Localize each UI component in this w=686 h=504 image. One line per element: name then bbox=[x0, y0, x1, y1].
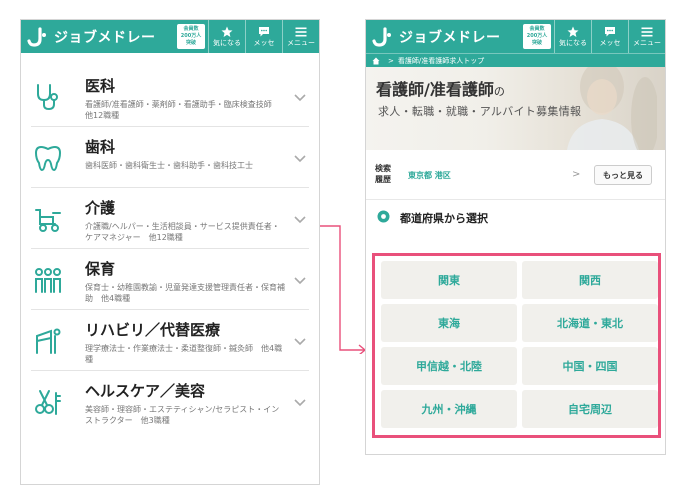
chevron-down-icon bbox=[294, 338, 306, 346]
nurse-top-screen: ジョブメドレー 会員数 200万人 突破 気になる メッセ メニュー > 看護師… bbox=[365, 19, 666, 455]
chevron-down-icon bbox=[294, 155, 306, 163]
connector-arrow-icon bbox=[320, 225, 367, 354]
scissors-icon bbox=[35, 390, 61, 415]
region-grid: 関東 関西 東海 北海道・東北 甲信越・北陸 中国・四国 九州・沖縄 自宅周辺 bbox=[372, 253, 661, 438]
more-button[interactable]: もっと見る bbox=[594, 165, 652, 185]
category-item-childcare[interactable]: 保育 保育士・幼稚園教諭・児童発達支援管理責任者・保育補助 他4職種 bbox=[31, 249, 309, 310]
message-button[interactable]: メッセ bbox=[591, 20, 628, 53]
wheelchair-icon bbox=[35, 209, 61, 232]
logo-mark-icon bbox=[372, 26, 391, 47]
app-header: ジョブメドレー 会員数 200万人 突破 気になる メッセ メニュー bbox=[366, 20, 665, 53]
category-item-rehab[interactable]: リハビリ／代替医療 理学療法士・作業療法士・柔道整復師・鍼灸師 他4職種 bbox=[31, 310, 309, 371]
region-button-kyushu-okinawa[interactable]: 九州・沖縄 bbox=[381, 390, 517, 428]
chevron-down-icon bbox=[294, 399, 306, 407]
search-history-label: 検索 履歴 bbox=[375, 164, 391, 184]
prefecture-title: 都道府県から選択 bbox=[400, 212, 488, 225]
category-desc: 理学療法士・作業療法士・柔道整復師・鍼灸師 他4職種 bbox=[85, 344, 283, 364]
breadcrumb-separator: > bbox=[388, 56, 394, 65]
menu-button[interactable]: メニュー bbox=[628, 20, 665, 53]
category-name: 歯科 bbox=[85, 138, 116, 156]
tooth-icon bbox=[35, 146, 61, 171]
rehab-icon bbox=[36, 328, 61, 354]
category-desc: 歯科医師・歯科衛生士・歯科助手・歯科技工士 bbox=[85, 161, 253, 170]
chevron-down-icon bbox=[294, 216, 306, 224]
region-button-near-home[interactable]: 自宅周辺 bbox=[522, 390, 658, 428]
favorite-button[interactable]: 気になる bbox=[554, 20, 591, 53]
star-icon bbox=[567, 26, 579, 37]
logo[interactable]: ジョブメドレー bbox=[366, 20, 523, 53]
chevron-down-icon bbox=[294, 277, 306, 285]
message-icon bbox=[605, 26, 615, 36]
menu-icon bbox=[641, 27, 653, 36]
prefecture-section-header: 都道府県から選択 bbox=[366, 200, 665, 234]
breadcrumb-current: 看護師/准看護師求人トップ bbox=[397, 56, 485, 65]
category-name: 保育 bbox=[85, 260, 116, 278]
category-item-beauty[interactable]: ヘルスケア／美容 美容師・理容師・エステティシャン/セラピスト・インストラクター… bbox=[31, 371, 309, 432]
region-button-kansai[interactable]: 関西 bbox=[522, 261, 658, 299]
category-name: リハビリ／代替医療 bbox=[85, 321, 221, 339]
members-badge: 会員数 200万人 突破 bbox=[177, 24, 205, 49]
category-desc: 介護職/ヘルパー・生活相談員・サービス提供責任者・ケアマネジャー 他12職種 bbox=[85, 222, 280, 242]
chevron-down-icon bbox=[294, 94, 306, 102]
search-history: 検索 履歴 東京都 港区 > もっと見る bbox=[366, 150, 665, 200]
category-list: 医科 看護師/准看護師・薬剤師・看護助手・臨床検査技師 他12職種 歯科 歯科医… bbox=[21, 66, 319, 432]
category-desc: 美容師・理容師・エステティシャン/セラピスト・インストラクター 他3職種 bbox=[85, 405, 280, 425]
chevron-right-icon: > bbox=[572, 169, 581, 180]
menu-button[interactable]: メニュー bbox=[282, 20, 319, 53]
page-subtitle: 求人・転職・就職・アルバイト募集情報 bbox=[378, 105, 582, 118]
region-button-hokkaido-tohoku[interactable]: 北海道・東北 bbox=[522, 304, 658, 342]
category-desc: 保育士・幼稚園教諭・児童発達支援管理責任者・保育補助 他4職種 bbox=[85, 283, 285, 303]
region-button-tokai[interactable]: 東海 bbox=[381, 304, 517, 342]
menu-icon bbox=[295, 27, 307, 36]
children-icon bbox=[35, 268, 61, 293]
members-badge: 会員数 200万人 突破 bbox=[523, 24, 551, 49]
logo-text: ジョブメドレー bbox=[399, 29, 501, 46]
category-item-dental[interactable]: 歯科 歯科医師・歯科衛生士・歯科助手・歯科技工士 bbox=[31, 127, 309, 188]
message-icon bbox=[259, 26, 269, 36]
region-button-koshinetsu-hokuriku[interactable]: 甲信越・北陸 bbox=[381, 347, 517, 385]
app-header: ジョブメドレー 会員数 200万人 突破 気になる メッセ メニュー bbox=[21, 20, 319, 53]
category-name: 医科 bbox=[85, 77, 116, 95]
category-desc: 看護師/准看護師・薬剤師・看護助手・臨床検査技師 他12職種 bbox=[85, 100, 280, 120]
category-item-care[interactable]: 介護 介護職/ヘルパー・生活相談員・サービス提供責任者・ケアマネジャー 他12職… bbox=[31, 188, 309, 249]
hero-banner: 看護師/准看護師の 求人・転職・就職・アルバイト募集情報 bbox=[366, 67, 665, 150]
category-name: 介護 bbox=[85, 199, 116, 217]
category-name: ヘルスケア／美容 bbox=[85, 382, 206, 400]
home-icon[interactable] bbox=[372, 57, 380, 65]
region-button-kanto[interactable]: 関東 bbox=[381, 261, 517, 299]
page-title: 看護師/准看護師の bbox=[376, 80, 505, 99]
favorite-button[interactable]: 気になる bbox=[208, 20, 245, 53]
logo[interactable]: ジョブメドレー bbox=[21, 20, 177, 53]
breadcrumb: > 看護師/准看護師求人トップ bbox=[366, 53, 665, 67]
search-history-link[interactable]: 東京都 港区 bbox=[408, 170, 451, 181]
logo-text: ジョブメドレー bbox=[54, 29, 156, 46]
category-screen: ジョブメドレー 会員数 200万人 突破 気になる メッセ メニュー 医科 看護… bbox=[20, 19, 320, 485]
region-button-chugoku-shikoku[interactable]: 中国・四国 bbox=[522, 347, 658, 385]
logo-mark-icon bbox=[27, 26, 46, 47]
stethoscope-icon bbox=[37, 84, 58, 111]
location-pin-icon bbox=[377, 210, 390, 223]
category-item-medical[interactable]: 医科 看護師/准看護師・薬剤師・看護助手・臨床検査技師 他12職種 bbox=[31, 66, 309, 127]
message-button[interactable]: メッセ bbox=[245, 20, 282, 53]
star-icon bbox=[221, 26, 233, 37]
